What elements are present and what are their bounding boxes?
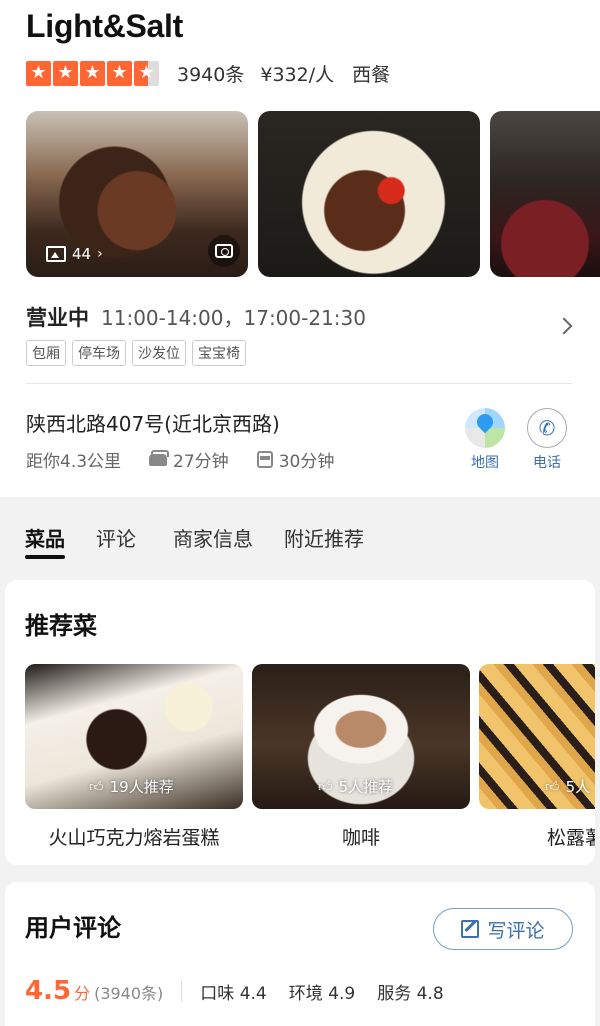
tab-nearby[interactable]: 附近推荐 [284,523,364,552]
facility-tag: 宝宝椅 [192,340,246,366]
distance: 距你4.3公里 [26,452,122,472]
tab-dishes[interactable]: 菜品 [25,523,65,552]
write-review-button[interactable]: 写评论 [433,908,573,950]
bus-icon [256,451,273,468]
recommend-count: 👍︎ 5人 [545,778,591,796]
facility-tag: 停车场 [72,340,126,366]
review-score-summary: 4.5 分 (3940条) 口味 4.4 环境 4.9 服务 4.8 [25,976,466,1006]
edit-icon [461,920,480,938]
section-title: 用户评论 [25,914,121,942]
photo-count: 44 [72,245,92,263]
facility-tag: 包厢 [26,340,66,366]
star-icon: ★ [53,60,78,86]
active-tab-indicator [25,555,65,559]
phone-icon: ✆ [527,408,567,448]
score-unit: 分 [74,984,91,1003]
dish-name[interactable]: 火山巧克力熔岩蛋糕 [25,823,243,850]
review-count[interactable]: 3940条 [177,60,244,87]
business-hours[interactable]: 营业中 11:00-14:00，17:00-21:30 [26,302,366,332]
photo-thumbnail[interactable] [258,111,480,277]
phone-button[interactable]: ✆ 电话 [527,408,567,472]
photo-count-badge: 44 › [46,245,103,263]
distance-row: 距你4.3公里 27分钟 30分钟 [26,447,362,472]
map-button[interactable]: 地图 [465,408,505,472]
bus-time: 30分钟 [256,447,334,472]
camera-icon [215,244,233,258]
recommended-dishes-card: 推荐菜 👍︎ 19人推荐 火山巧克力熔岩蛋糕 👍︎ 5人推荐 咖啡 👍︎ 5人 … [5,580,595,865]
star-icon: ★ [26,60,51,86]
star-rating: ★ ★ ★ ★ ★ [26,60,159,86]
section-tabs: 菜品 评论 商家信息 附近推荐 [0,497,600,577]
image-icon [46,246,66,262]
tab-reviews[interactable]: 评论 [96,523,136,552]
tab-merchant-info[interactable]: 商家信息 [173,523,253,552]
car-icon [149,449,170,466]
map-icon [465,408,505,448]
photo-thumbnail[interactable] [490,111,600,277]
thumbs-up-icon: 👍︎ [545,779,560,795]
user-reviews-card: 用户评论 写评论 4.5 分 (3940条) 口味 4.4 环境 4.9 服务 … [5,882,595,1026]
divider [181,980,183,1002]
drive-time: 27分钟 [149,447,229,472]
thumbs-up-icon: 👍︎ [89,779,104,795]
service-score: 服务 4.8 [377,984,444,1004]
map-label: 地图 [471,455,499,471]
dish-name[interactable]: 咖啡 [252,823,470,850]
restaurant-name: Light&Salt [26,8,183,44]
camera-button[interactable] [208,235,240,267]
hours-text: 11:00-14:00，17:00-21:30 [101,306,366,330]
phone-label: 电话 [533,455,561,471]
price-per-person: ¥332/人 [260,63,335,86]
dish-image[interactable]: 👍︎ 5人 [479,664,595,809]
score-review-count: (3940条) [94,984,164,1003]
photo-thumbnail[interactable]: 44 › [26,111,248,277]
recommend-count: 👍︎ 19人推荐 [89,778,174,796]
cuisine-type: 西餐 [352,63,391,86]
rating-row: ★ ★ ★ ★ ★ 3940条 ¥332/人 西餐 [26,60,390,86]
divider [26,383,572,384]
dish-image[interactable]: 👍︎ 19人推荐 [25,664,243,809]
chevron-right-icon: › [97,246,103,262]
dish-image[interactable]: 👍︎ 5人推荐 [252,664,470,809]
environment-score: 环境 4.9 [288,984,356,1004]
facility-tag: 沙发位 [132,340,186,366]
star-icon: ★ [107,60,132,86]
open-status: 营业中 [26,306,89,330]
recommend-count: 👍︎ 5人推荐 [318,778,394,796]
facility-tags: 包厢 停车场 沙发位 宝宝椅 [26,340,246,366]
half-star-icon: ★ [134,60,159,86]
address[interactable]: 陕西北路407号(近北京西路) [26,408,280,437]
taste-score: 口味 4.4 [200,984,267,1004]
dish-name[interactable]: 松露薯 [547,823,595,850]
thumbs-up-icon: 👍︎ [318,779,333,795]
overall-score: 4.5 [25,976,72,1006]
section-title: 推荐菜 [25,612,97,640]
star-icon: ★ [80,60,105,86]
